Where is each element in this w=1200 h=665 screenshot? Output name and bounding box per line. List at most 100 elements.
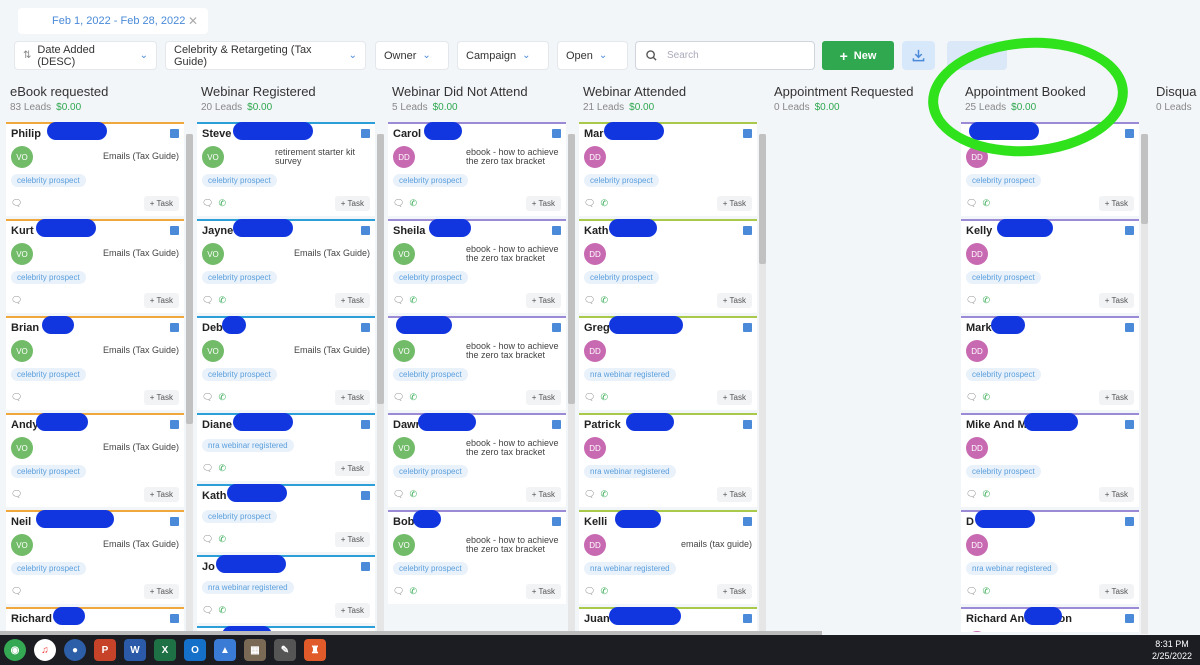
add-task-button[interactable]: + Task: [334, 460, 370, 476]
chat-icon[interactable]: 🗨: [966, 586, 977, 597]
phone-icon[interactable]: ✆: [982, 198, 990, 209]
phone-icon[interactable]: ✆: [218, 392, 226, 403]
phone-icon[interactable]: ✆: [982, 392, 990, 403]
chat-icon[interactable]: 🗨: [966, 198, 977, 209]
phone-icon[interactable]: ✆: [218, 534, 226, 545]
lead-card[interactable]: Patrick DD nra webinar registered 🗨 ✆ + Task: [579, 413, 757, 507]
add-task-button[interactable]: + Task: [525, 389, 561, 405]
phone-icon[interactable]: ✆: [600, 489, 608, 500]
add-task-button[interactable]: + Task: [334, 389, 370, 405]
add-task-button[interactable]: + Task: [716, 486, 752, 502]
chat-icon[interactable]: 🗨: [202, 463, 213, 474]
campaign-filter-dropdown[interactable]: Celebrity & Retargeting (Tax Guide) ⌄: [165, 41, 366, 70]
photos-icon[interactable]: ▲: [214, 639, 236, 661]
lead-card[interactable]: Mar DD celebrity prospect 🗨 ✆ + Task: [579, 122, 757, 216]
add-task-button[interactable]: + Task: [716, 292, 752, 308]
lead-card[interactable]: Kelli DD emails (tax guide) nra webinar reg…: [579, 510, 757, 604]
calendar-icon[interactable]: [361, 420, 370, 429]
lead-card[interactable]: RichardVOEmails (Tax Guide)🗨+ Task: [6, 607, 184, 632]
chat-icon[interactable]: 🗨: [584, 586, 595, 597]
calendar-icon[interactable]: [743, 129, 752, 138]
add-task-button[interactable]: + Task: [716, 389, 752, 405]
calendar-icon[interactable]: [170, 614, 179, 623]
lead-card[interactable]: Carol DD ebook - how to achieve the zero t…: [388, 122, 566, 216]
calendar-icon[interactable]: [743, 614, 752, 623]
add-task-button[interactable]: + Task: [143, 389, 179, 405]
scrollbar-thumb[interactable]: [186, 134, 193, 424]
chat-icon[interactable]: 🗨: [202, 534, 213, 545]
chat-icon[interactable]: 🗨: [966, 489, 977, 500]
lead-card[interactable]: JuanDD🗨✆+ Task: [579, 607, 757, 632]
date-range-chip[interactable]: Feb 1, 2022 - Feb 28, 2022 ✕: [18, 8, 208, 34]
calendar-icon[interactable]: [1125, 517, 1134, 526]
phone-icon[interactable]: ✆: [218, 198, 226, 209]
new-button[interactable]: + New: [822, 41, 894, 70]
phone-icon[interactable]: ✆: [982, 295, 990, 306]
calendar-icon[interactable]: [743, 420, 752, 429]
lead-name[interactable]: Kelli: [584, 516, 752, 530]
chat-icon[interactable]: 🗨: [202, 295, 213, 306]
lead-name[interactable]: Brian: [11, 322, 179, 336]
calendar-icon[interactable]: [361, 562, 370, 571]
chat-icon[interactable]: 🗨: [584, 392, 595, 403]
chat-icon[interactable]: 🗨: [202, 392, 213, 403]
calendar-icon[interactable]: [170, 226, 179, 235]
lead-card[interactable]: D DD nra webinar registered 🗨 ✆ + Task: [961, 510, 1139, 604]
sort-dropdown[interactable]: ⇅ Date Added (DESC) ⌄: [14, 41, 157, 70]
add-task-button[interactable]: + Task: [716, 583, 752, 599]
lead-card[interactable]: Mike And Mary DD celebrity prospect 🗨 ✆ + Tas…: [961, 413, 1139, 507]
chat-icon[interactable]: 🗨: [966, 295, 977, 306]
search-input[interactable]: Search: [635, 41, 815, 70]
phone-icon[interactable]: ✆: [982, 489, 990, 500]
phone-icon[interactable]: ✆: [409, 586, 417, 597]
phone-icon[interactable]: ✆: [600, 392, 608, 403]
calendar-icon[interactable]: [1125, 323, 1134, 332]
calendar-icon[interactable]: [361, 323, 370, 332]
chat-icon[interactable]: 🗨: [393, 295, 404, 306]
lead-card[interactable]: Dawn VO ebook - how to achieve the zero ta…: [388, 413, 566, 507]
status-dropdown[interactable]: Open ⌄: [557, 41, 628, 70]
campaign-dropdown[interactable]: Campaign ⌄: [457, 41, 549, 70]
lead-card[interactable]: Mark DD celebrity prospect 🗨 ✆ + Task: [961, 316, 1139, 410]
phone-icon[interactable]: ✆: [600, 586, 608, 597]
lead-card[interactable]: Deb VO Emails (Tax Guide) celebrity prospec…: [197, 316, 375, 410]
calendar-icon[interactable]: [170, 517, 179, 526]
lead-card[interactable]: Andy VO Emails (Tax Guide) celebrity prospe…: [6, 413, 184, 507]
add-task-button[interactable]: + Task: [525, 486, 561, 502]
add-task-button[interactable]: + Task: [1098, 195, 1134, 211]
add-task-button[interactable]: + Task: [525, 195, 561, 211]
add-task-button[interactable]: + Task: [334, 292, 370, 308]
chat-icon[interactable]: 🗨: [11, 489, 22, 500]
app-icon[interactable]: ●: [64, 639, 86, 661]
add-task-button[interactable]: + Task: [1098, 292, 1134, 308]
phone-icon[interactable]: ✆: [600, 198, 608, 209]
calendar-icon[interactable]: [361, 491, 370, 500]
phone-icon[interactable]: ✆: [218, 463, 226, 474]
taskbar-clock[interactable]: 8:31 PM 2/25/2022: [1152, 638, 1192, 662]
chat-icon[interactable]: 🗨: [584, 489, 595, 500]
add-task-button[interactable]: + Task: [143, 583, 179, 599]
chat-icon[interactable]: 🗨: [393, 392, 404, 403]
lead-card[interactable]: Greg DD nra webinar registered 🗨 ✆ + Task: [579, 316, 757, 410]
download-button[interactable]: [902, 41, 935, 70]
calendar-icon[interactable]: [552, 420, 561, 429]
lead-card[interactable]: Diane nra webinar registered 🗨 ✆ + Task: [197, 413, 375, 481]
phone-icon[interactable]: ✆: [409, 295, 417, 306]
phone-icon[interactable]: ✆: [218, 605, 226, 616]
chat-icon[interactable]: 🗨: [393, 586, 404, 597]
add-task-button[interactable]: + Task: [334, 531, 370, 547]
calendar-icon[interactable]: [1125, 129, 1134, 138]
phone-icon[interactable]: ✆: [600, 295, 608, 306]
calendar-icon[interactable]: [361, 129, 370, 138]
scrollbar-thumb[interactable]: [1141, 134, 1148, 224]
powerpoint-icon[interactable]: P: [94, 639, 116, 661]
add-task-button[interactable]: + Task: [143, 292, 179, 308]
lead-card[interactable]: Kath DD celebrity prospect 🗨 ✆ + Task: [579, 219, 757, 313]
add-task-button[interactable]: + Task: [525, 292, 561, 308]
calendar-icon[interactable]: [1125, 614, 1134, 623]
chat-icon[interactable]: 🗨: [11, 392, 22, 403]
phone-icon[interactable]: ✆: [409, 198, 417, 209]
music-icon[interactable]: ♫: [34, 639, 56, 661]
phone-icon[interactable]: ✆: [982, 586, 990, 597]
owner-dropdown[interactable]: Owner ⌄: [375, 41, 449, 70]
